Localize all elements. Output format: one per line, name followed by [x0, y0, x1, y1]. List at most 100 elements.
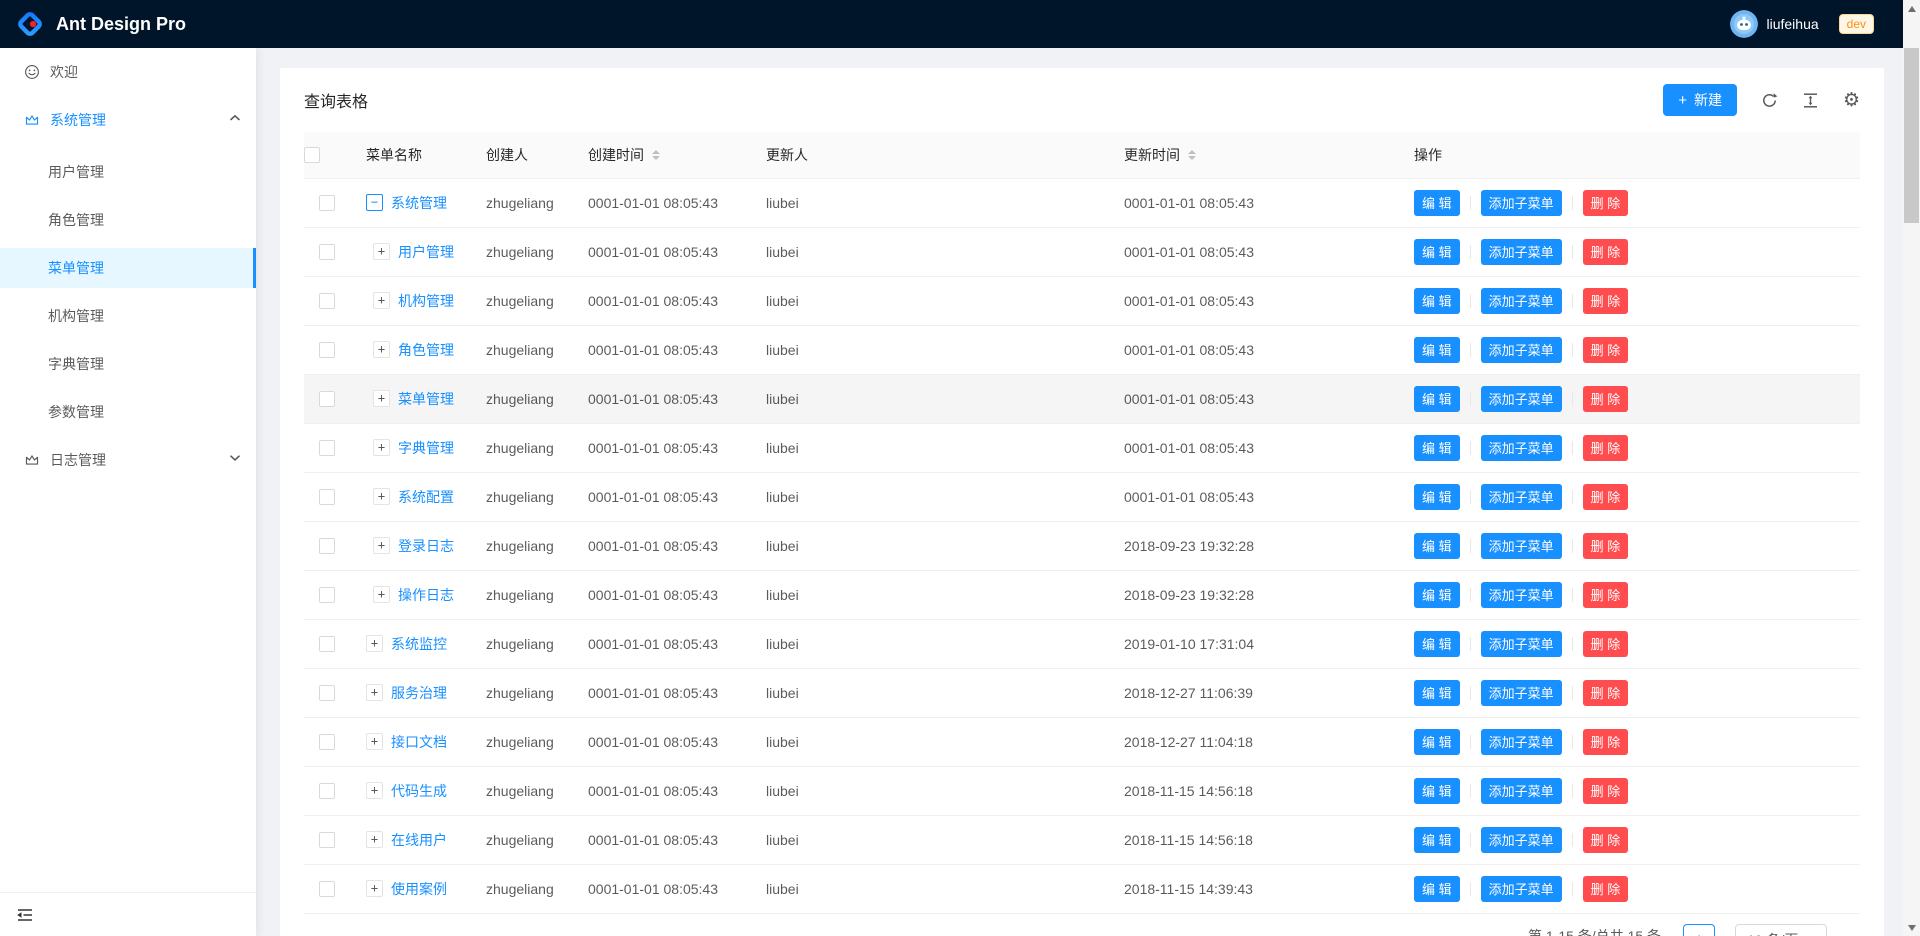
sidebar-subitem-字典管理[interactable]: 字典管理	[0, 344, 256, 384]
delete-button[interactable]: 删 除	[1583, 533, 1629, 559]
expand-row-icon[interactable]: +	[373, 586, 390, 603]
expand-row-icon[interactable]: +	[373, 488, 390, 505]
row-checkbox[interactable]	[319, 489, 335, 505]
row-checkbox[interactable]	[319, 832, 335, 848]
delete-button[interactable]: 删 除	[1583, 582, 1629, 608]
delete-button[interactable]: 删 除	[1583, 680, 1629, 706]
collapse-sidebar-button[interactable]	[16, 906, 34, 924]
row-checkbox[interactable]	[319, 195, 335, 211]
row-checkbox[interactable]	[319, 881, 335, 897]
delete-button[interactable]: 删 除	[1583, 435, 1629, 461]
username[interactable]: liufeihua	[1766, 16, 1818, 32]
delete-button[interactable]: 删 除	[1583, 827, 1629, 853]
row-checkbox[interactable]	[319, 538, 335, 554]
edit-button[interactable]: 编 辑	[1414, 386, 1460, 412]
add-child-button[interactable]: 添加子菜单	[1481, 631, 1562, 657]
menu-name-link[interactable]: 机构管理	[398, 291, 454, 311]
expand-row-icon[interactable]: +	[366, 782, 383, 799]
edit-button[interactable]: 编 辑	[1414, 631, 1460, 657]
delete-button[interactable]: 删 除	[1583, 190, 1629, 216]
row-checkbox[interactable]	[319, 293, 335, 309]
expand-row-icon[interactable]: +	[366, 684, 383, 701]
add-child-button[interactable]: 添加子菜单	[1481, 190, 1562, 216]
sidebar-item-system[interactable]: 系统管理	[0, 100, 256, 140]
pagination-page-1[interactable]: 1	[1683, 924, 1715, 936]
collapse-row-icon[interactable]: −	[366, 194, 383, 211]
edit-button[interactable]: 编 辑	[1414, 729, 1460, 755]
row-checkbox[interactable]	[319, 244, 335, 260]
row-checkbox[interactable]	[319, 636, 335, 652]
sidebar-item-log[interactable]: 日志管理	[0, 440, 256, 480]
sorter-icon[interactable]	[1188, 150, 1196, 160]
edit-button[interactable]: 编 辑	[1414, 435, 1460, 461]
delete-button[interactable]: 删 除	[1583, 631, 1629, 657]
sidebar-item-welcome[interactable]: 欢迎	[0, 52, 256, 92]
row-checkbox[interactable]	[319, 734, 335, 750]
menu-name-link[interactable]: 菜单管理	[398, 389, 454, 409]
add-child-button[interactable]: 添加子菜单	[1481, 827, 1562, 853]
scrollbar-thumb[interactable]	[1904, 48, 1919, 223]
menu-name-link[interactable]: 系统监控	[391, 634, 447, 654]
add-child-button[interactable]: 添加子菜单	[1481, 876, 1562, 902]
edit-button[interactable]: 编 辑	[1414, 778, 1460, 804]
delete-button[interactable]: 删 除	[1583, 337, 1629, 363]
delete-button[interactable]: 删 除	[1583, 876, 1629, 902]
density-icon[interactable]	[1802, 91, 1819, 109]
delete-button[interactable]: 删 除	[1583, 729, 1629, 755]
add-child-button[interactable]: 添加子菜单	[1481, 533, 1562, 559]
menu-name-link[interactable]: 登录日志	[398, 536, 454, 556]
expand-row-icon[interactable]: +	[373, 341, 390, 358]
add-child-button[interactable]: 添加子菜单	[1481, 337, 1562, 363]
row-checkbox[interactable]	[319, 342, 335, 358]
sidebar-subitem-参数管理[interactable]: 参数管理	[0, 392, 256, 432]
expand-row-icon[interactable]: +	[366, 635, 383, 652]
app-logo[interactable]: Ant Design Pro	[0, 10, 186, 38]
scroll-up-arrow[interactable]	[1903, 0, 1920, 17]
row-checkbox[interactable]	[319, 783, 335, 799]
expand-row-icon[interactable]: +	[373, 537, 390, 554]
menu-name-link[interactable]: 服务治理	[391, 683, 447, 703]
delete-button[interactable]: 删 除	[1583, 386, 1629, 412]
menu-name-link[interactable]: 在线用户	[391, 830, 447, 850]
scroll-down-arrow[interactable]	[1903, 919, 1920, 936]
menu-name-link[interactable]: 角色管理	[398, 340, 454, 360]
menu-name-link[interactable]: 系统管理	[391, 193, 447, 213]
add-child-button[interactable]: 添加子菜单	[1481, 435, 1562, 461]
sidebar-subitem-机构管理[interactable]: 机构管理	[0, 296, 256, 336]
menu-name-link[interactable]: 用户管理	[398, 242, 454, 262]
add-child-button[interactable]: 添加子菜单	[1481, 778, 1562, 804]
delete-button[interactable]: 删 除	[1583, 288, 1629, 314]
edit-button[interactable]: 编 辑	[1414, 337, 1460, 363]
reload-icon[interactable]	[1761, 91, 1778, 109]
edit-button[interactable]: 编 辑	[1414, 582, 1460, 608]
select-all-checkbox[interactable]	[304, 147, 320, 163]
add-child-button[interactable]: 添加子菜单	[1481, 680, 1562, 706]
column-header-update-time[interactable]: 更新时间	[1108, 132, 1398, 178]
add-child-button[interactable]: 添加子菜单	[1481, 386, 1562, 412]
add-child-button[interactable]: 添加子菜单	[1481, 239, 1562, 265]
add-child-button[interactable]: 添加子菜单	[1481, 484, 1562, 510]
edit-button[interactable]: 编 辑	[1414, 533, 1460, 559]
row-checkbox[interactable]	[319, 685, 335, 701]
sidebar-subitem-用户管理[interactable]: 用户管理	[0, 152, 256, 192]
row-checkbox[interactable]	[319, 440, 335, 456]
sorter-icon[interactable]	[652, 150, 660, 160]
delete-button[interactable]: 删 除	[1583, 484, 1629, 510]
edit-button[interactable]: 编 辑	[1414, 680, 1460, 706]
edit-button[interactable]: 编 辑	[1414, 288, 1460, 314]
add-child-button[interactable]: 添加子菜单	[1481, 582, 1562, 608]
column-header-create-time[interactable]: 创建时间	[572, 132, 750, 178]
menu-name-link[interactable]: 接口文档	[391, 732, 447, 752]
settings-gear-icon[interactable]: ⚙	[1843, 91, 1860, 109]
edit-button[interactable]: 编 辑	[1414, 876, 1460, 902]
page-size-select[interactable]: 10 条/页	[1735, 924, 1827, 936]
expand-row-icon[interactable]: +	[366, 733, 383, 750]
menu-name-link[interactable]: 代码生成	[391, 781, 447, 801]
sidebar-subitem-角色管理[interactable]: 角色管理	[0, 200, 256, 240]
menu-name-link[interactable]: 使用案例	[391, 879, 447, 899]
expand-row-icon[interactable]: +	[373, 390, 390, 407]
edit-button[interactable]: 编 辑	[1414, 827, 1460, 853]
row-checkbox[interactable]	[319, 391, 335, 407]
expand-row-icon[interactable]: +	[366, 880, 383, 897]
expand-row-icon[interactable]: +	[373, 292, 390, 309]
